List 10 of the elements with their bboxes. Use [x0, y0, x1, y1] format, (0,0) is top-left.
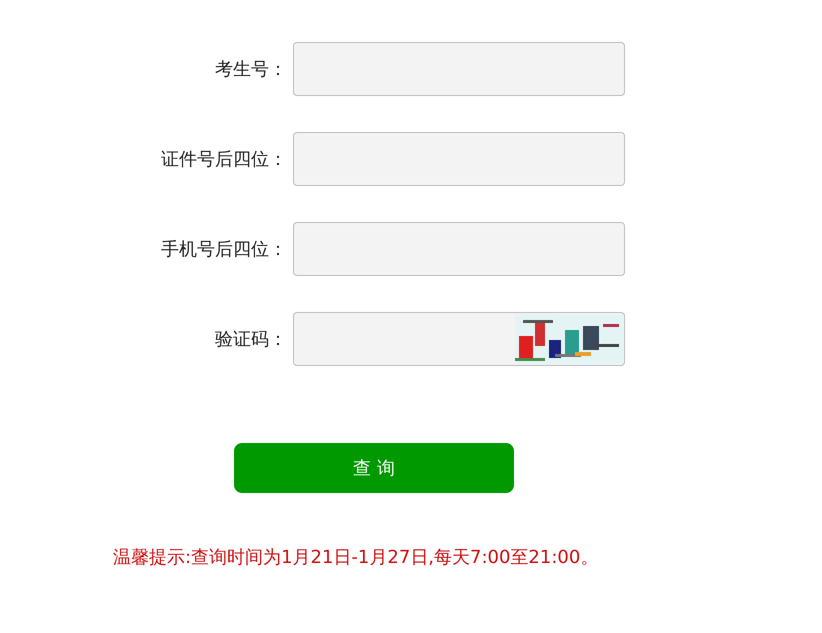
field-label: 验证码：: [214, 328, 288, 351]
field-label: 手机号后四位：: [160, 238, 288, 261]
field-label: 证件号后四位：: [160, 148, 288, 171]
input-field[interactable]: [293, 42, 625, 96]
query-button[interactable]: 查 询: [234, 443, 514, 493]
input-field[interactable]: [293, 132, 625, 186]
notice-text: 温馨提示:查询时间为1月21日-1月27日,每天7:00至21:00。: [113, 546, 600, 569]
input-field[interactable]: [293, 312, 625, 366]
field-label: 考生号：: [214, 58, 288, 81]
input-field[interactable]: [293, 222, 625, 276]
